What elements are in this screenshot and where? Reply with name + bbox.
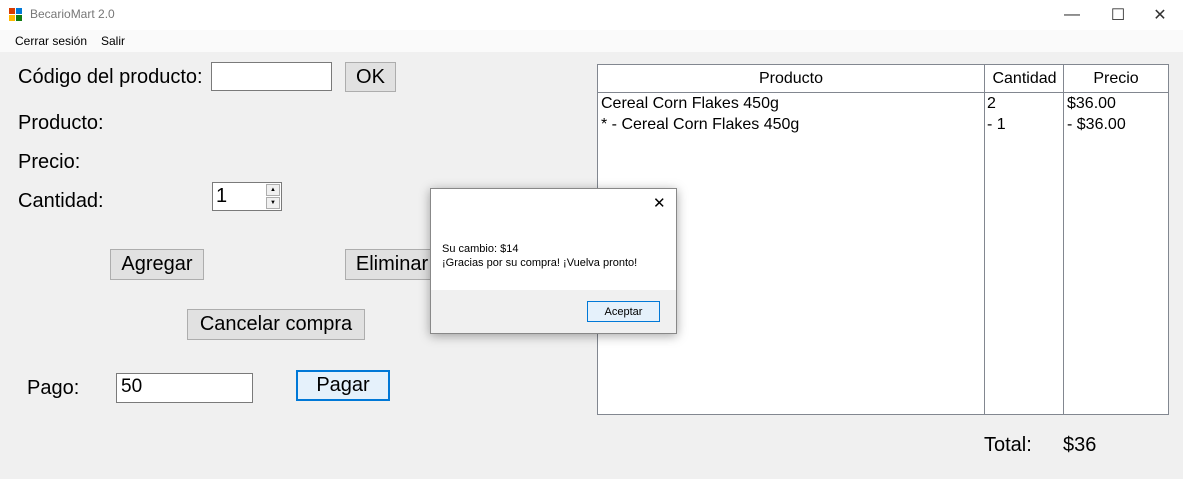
title-bar (0, 0, 1183, 30)
app-icon (9, 8, 23, 22)
total-value: $36 (1063, 434, 1097, 456)
close-icon: ✕ (1153, 7, 1167, 24)
agregar-button[interactable]: Agregar (110, 249, 204, 280)
codigo-input[interactable] (211, 62, 332, 91)
cantidad-label: Cantidad: (18, 190, 104, 212)
table-cell: $36.00 (1067, 95, 1116, 112)
ok-button[interactable]: OK (345, 62, 396, 92)
column-header-cantidad[interactable]: Cantidad (985, 65, 1064, 92)
column-divider (1063, 65, 1064, 414)
pago-label: Pago: (27, 377, 80, 399)
column-divider (984, 65, 985, 414)
close-window-button[interactable]: ✕ (1137, 0, 1183, 30)
stepper-down-button[interactable]: ▼ (266, 197, 280, 209)
producto-label: Producto: (18, 112, 104, 134)
aceptar-button[interactable]: Aceptar (587, 301, 660, 322)
cancelar-compra-button[interactable]: Cancelar compra (187, 309, 365, 340)
eliminar-button[interactable]: Eliminar (345, 249, 439, 280)
table-cell: * - Cereal Corn Flakes 450g (601, 116, 800, 133)
menu-bar (0, 30, 1183, 52)
menu-cerrar-sesion[interactable]: Cerrar sesión (15, 34, 87, 48)
stepper-up-button[interactable]: ▲ (266, 184, 280, 196)
codigo-label: Código del producto: (18, 66, 203, 88)
message-dialog: ✕ Su cambio: $14 ¡Gracias por su compra!… (430, 188, 677, 334)
window-title: BecarioMart 2.0 (30, 7, 115, 21)
dialog-message-change: Su cambio: $14 (442, 243, 519, 255)
table-cell: 2 (987, 95, 996, 112)
chevron-down-icon: ▼ (270, 200, 276, 206)
table-cell: - 1 (987, 116, 1006, 133)
pagar-button[interactable]: Pagar (296, 370, 390, 401)
close-icon: ✕ (653, 195, 666, 212)
menu-salir[interactable]: Salir (101, 34, 125, 48)
dialog-message-thanks: ¡Gracias por su compra! ¡Vuelva pronto! (442, 257, 638, 269)
precio-label: Precio: (18, 151, 81, 173)
minimize-button[interactable]: — (1049, 0, 1095, 30)
pago-input[interactable]: 50 (116, 373, 253, 403)
maximize-button[interactable]: ☐ (1095, 0, 1141, 30)
column-header-producto[interactable]: Producto (598, 65, 984, 92)
products-table[interactable]: Producto Cantidad Precio Cereal Corn Fla… (597, 64, 1169, 415)
table-cell: Cereal Corn Flakes 450g (601, 95, 779, 112)
table-cell: - $36.00 (1067, 116, 1126, 133)
minimize-icon: — (1064, 6, 1080, 23)
cantidad-stepper[interactable]: 1 ▲ ▼ (212, 182, 282, 211)
total-label: Total: (984, 434, 1032, 456)
chevron-up-icon: ▲ (270, 187, 276, 193)
header-divider (598, 92, 1168, 93)
column-header-precio[interactable]: Precio (1064, 65, 1168, 92)
cantidad-value: 1 (216, 185, 228, 207)
dialog-close-button[interactable]: ✕ (653, 194, 666, 212)
maximize-icon: ☐ (1110, 7, 1126, 24)
